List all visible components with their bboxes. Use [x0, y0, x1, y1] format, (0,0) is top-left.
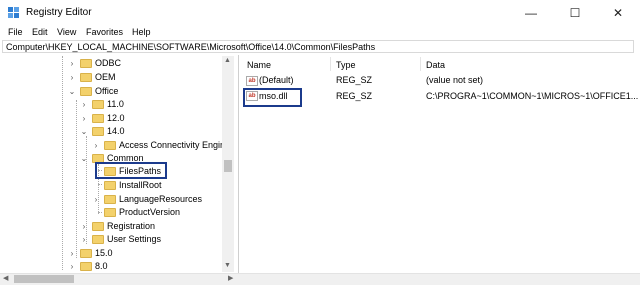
tree-item-8-0[interactable]: › 8.0: [0, 260, 230, 273]
chevron-right-icon[interactable]: ›: [92, 139, 100, 152]
tree-item-15-0[interactable]: › 15.0: [0, 247, 230, 260]
tree-item-access-connectivity-engine[interactable]: › Access Connectivity Engine: [0, 139, 230, 152]
folder-icon: [92, 114, 104, 123]
folder-icon: [92, 235, 104, 244]
folder-icon: [104, 181, 116, 190]
tree-item-installroot[interactable]: InstallRoot: [0, 179, 230, 192]
folder-icon: [80, 262, 92, 271]
chevron-down-icon[interactable]: ⌄: [68, 85, 76, 98]
tree-item-12-0[interactable]: › 12.0: [0, 112, 230, 125]
tree-item-languageresources[interactable]: › LanguageResources: [0, 193, 230, 206]
value-data: (value not set): [426, 75, 484, 85]
folder-icon: [92, 222, 104, 231]
value-name: (Default): [259, 75, 294, 85]
tree-label: InstallRoot: [119, 180, 162, 190]
tree-label: ODBC: [95, 58, 122, 68]
value-type: REG_SZ: [336, 75, 373, 85]
folder-icon: [92, 100, 104, 109]
folder-icon: [104, 208, 116, 217]
chevron-right-icon[interactable]: ›: [68, 57, 76, 70]
tree-label: LanguageResources: [119, 194, 203, 204]
registry-editor-icon: [8, 7, 19, 18]
hscroll-thumb[interactable]: [14, 275, 74, 283]
tree-item-registration[interactable]: › Registration: [0, 220, 230, 233]
tree-label: 14.0: [107, 126, 125, 136]
tree-label: Office: [95, 86, 119, 96]
tree-label: 15.0: [95, 248, 113, 258]
value-data: C:\PROGRA~1\COMMON~1\MICROS~1\OFFICE1...: [426, 91, 639, 101]
column-header-type[interactable]: Type: [336, 60, 356, 70]
tree-label: OEM: [95, 72, 116, 82]
value-type: REG_SZ: [336, 91, 373, 101]
column-header-name[interactable]: Name: [247, 60, 271, 70]
window-title: Registry Editor: [26, 7, 92, 18]
minimize-button[interactable]: —: [509, 0, 553, 26]
tree-label: Access Connectivity Engine: [119, 140, 231, 150]
close-button[interactable]: ✕: [596, 0, 640, 26]
tree-label: User Settings: [107, 234, 162, 244]
tree-label: 12.0: [107, 113, 125, 123]
tree-label: 8.0: [95, 261, 108, 271]
tree-item-oem[interactable]: › OEM: [0, 71, 230, 84]
chevron-right-icon[interactable]: ›: [80, 98, 88, 111]
chevron-right-icon[interactable]: ›: [68, 247, 76, 260]
tree-item-11-0[interactable]: › 11.0: [0, 98, 230, 111]
folder-icon: [104, 141, 116, 150]
tree-label: ProductVersion: [119, 207, 181, 217]
tree-item-odbc[interactable]: › ODBC: [0, 57, 230, 70]
chevron-right-icon[interactable]: ›: [80, 112, 88, 125]
scrollbar-thumb[interactable]: [224, 160, 232, 172]
tree-label: 11.0: [107, 99, 124, 109]
address-bar[interactable]: Computer\HKEY_LOCAL_MACHINE\SOFTWARE\Mic…: [2, 40, 634, 53]
folder-icon: [80, 59, 92, 68]
chevron-right-icon[interactable]: ›: [80, 233, 88, 246]
chevron-right-icon[interactable]: ›: [68, 260, 76, 273]
scroll-down-arrow-icon[interactable]: ▼: [224, 262, 231, 269]
tree-item-14-0[interactable]: ⌄ 14.0: [0, 125, 230, 138]
tree-label: Registration: [107, 221, 156, 231]
string-value-icon: ab: [246, 76, 258, 86]
tree-item-office[interactable]: ⌄ Office: [0, 85, 230, 98]
maximize-button[interactable]: ☐: [553, 0, 597, 26]
menu-help[interactable]: Help: [132, 27, 151, 37]
chevron-right-icon[interactable]: ›: [80, 220, 88, 233]
menu-favorites[interactable]: Favorites: [86, 27, 123, 37]
menu-file[interactable]: File: [8, 27, 23, 37]
folder-icon: [80, 249, 92, 258]
chevron-down-icon[interactable]: ⌄: [80, 125, 88, 138]
chevron-right-icon[interactable]: ›: [68, 71, 76, 84]
folder-icon: [92, 127, 104, 136]
scroll-right-arrow-icon[interactable]: ▶: [228, 274, 233, 282]
folder-icon: [80, 73, 92, 82]
filespaths-highlight-box: [95, 162, 167, 179]
chevron-down-icon[interactable]: ⌄: [80, 152, 88, 165]
tree-item-productversion[interactable]: ProductVersion: [0, 206, 230, 219]
menu-view[interactable]: View: [57, 27, 76, 37]
column-header-data[interactable]: Data: [426, 60, 445, 70]
menu-edit[interactable]: Edit: [32, 27, 48, 37]
horizontal-scrollbar[interactable]: [0, 273, 640, 285]
mso-dll-highlight-box: [243, 88, 302, 107]
chevron-right-icon[interactable]: ›: [92, 193, 100, 206]
tree-item-user-settings[interactable]: › User Settings: [0, 233, 230, 246]
scroll-left-arrow-icon[interactable]: ◀: [3, 274, 8, 282]
scroll-up-arrow-icon[interactable]: ▲: [224, 57, 231, 64]
folder-icon: [104, 195, 116, 204]
folder-icon: [80, 87, 92, 96]
